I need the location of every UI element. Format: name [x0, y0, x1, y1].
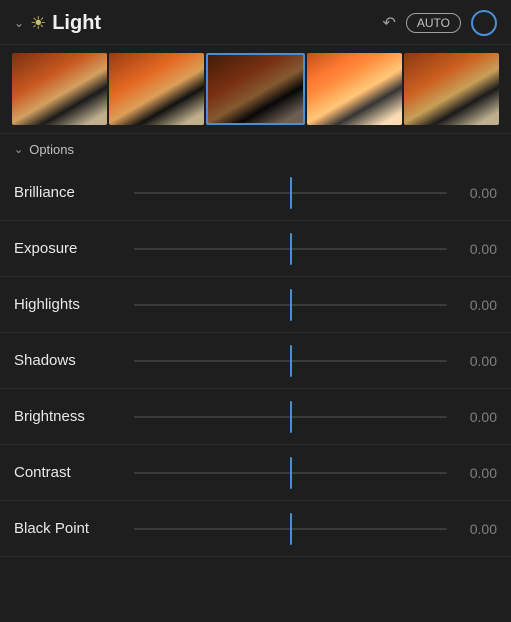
thumbnail-3[interactable]: [206, 53, 305, 125]
slider-row-highlights[interactable]: Highlights 0.00: [0, 277, 511, 333]
brightness-track-area[interactable]: [134, 389, 447, 444]
thumbnail-1-image: [12, 53, 107, 125]
slider-row-exposure[interactable]: Exposure 0.00: [0, 221, 511, 277]
exposure-label: Exposure: [14, 240, 134, 257]
brightness-label: Brightness: [14, 408, 134, 425]
thumbnail-3-image: [208, 55, 303, 123]
thumbnail-2[interactable]: [109, 53, 204, 125]
sliders-container: Brilliance 0.00 Exposure 0.00 Highlights…: [0, 161, 511, 622]
contrast-handle: [290, 457, 292, 489]
contrast-track-area[interactable]: [134, 445, 447, 500]
contrast-value: 0.00: [447, 465, 497, 481]
slider-row-contrast[interactable]: Contrast 0.00: [0, 445, 511, 501]
shadows-label: Shadows: [14, 352, 134, 369]
panel-header: ⌄ ☀ Light ↶ AUTO: [0, 0, 511, 45]
light-sun-icon: ☀: [30, 13, 46, 34]
black-point-value: 0.00: [447, 521, 497, 537]
brilliance-value: 0.00: [447, 185, 497, 201]
slider-row-black-point[interactable]: Black Point 0.00: [0, 501, 511, 557]
contrast-label: Contrast: [14, 464, 134, 481]
brightness-value: 0.00: [447, 409, 497, 425]
highlights-handle: [290, 289, 292, 321]
slider-row-brightness[interactable]: Brightness 0.00: [0, 389, 511, 445]
black-point-label: Black Point: [14, 520, 134, 537]
auto-button[interactable]: AUTO: [406, 13, 461, 33]
thumbnail-5[interactable]: [404, 53, 499, 125]
undo-icon[interactable]: ↶: [382, 13, 395, 33]
options-header: ⌄ Options: [0, 134, 511, 161]
black-point-handle: [290, 513, 292, 545]
shadows-handle: [290, 345, 292, 377]
panel-title: Light: [52, 12, 376, 35]
slider-row-brilliance[interactable]: Brilliance 0.00: [0, 165, 511, 221]
brilliance-track-area[interactable]: [134, 165, 447, 220]
exposure-value: 0.00: [447, 241, 497, 257]
black-point-track-area[interactable]: [134, 501, 447, 556]
options-chevron-icon[interactable]: ⌄: [14, 143, 23, 156]
highlights-value: 0.00: [447, 297, 497, 313]
thumbnail-4-image: [307, 53, 402, 125]
thumbnails-strip: [0, 45, 511, 134]
brilliance-label: Brilliance: [14, 184, 134, 201]
thumbnail-1[interactable]: [12, 53, 107, 125]
collapse-chevron-icon[interactable]: ⌄: [14, 16, 24, 30]
exposure-track-area[interactable]: [134, 221, 447, 276]
mode-toggle-button[interactable]: [471, 10, 497, 36]
thumbnail-2-image: [109, 53, 204, 125]
slider-row-shadows[interactable]: Shadows 0.00: [0, 333, 511, 389]
thumbnail-5-image: [404, 53, 499, 125]
highlights-track-area[interactable]: [134, 277, 447, 332]
options-label: Options: [29, 142, 74, 157]
light-panel: ⌄ ☀ Light ↶ AUTO ⌄ Options Brilliance: [0, 0, 511, 622]
brilliance-handle: [290, 177, 292, 209]
highlights-label: Highlights: [14, 296, 134, 313]
shadows-track-area[interactable]: [134, 333, 447, 388]
brightness-handle: [290, 401, 292, 433]
thumbnail-4[interactable]: [307, 53, 402, 125]
shadows-value: 0.00: [447, 353, 497, 369]
exposure-handle: [290, 233, 292, 265]
